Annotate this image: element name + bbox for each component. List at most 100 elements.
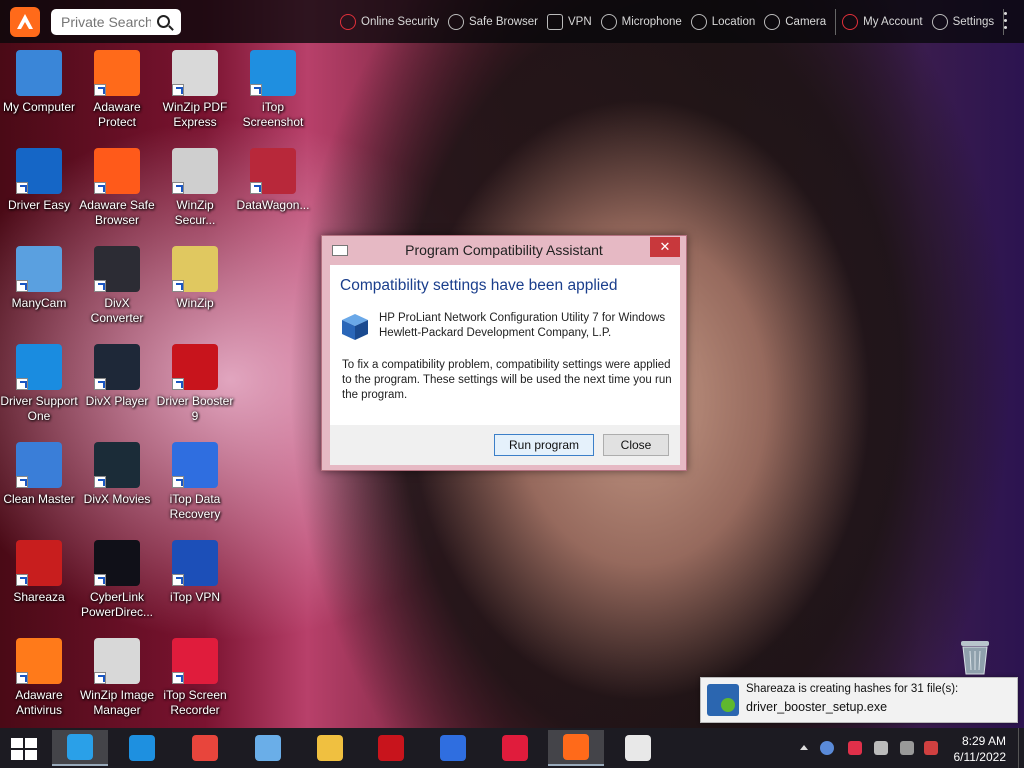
desktop-icon[interactable]: WinZip Secur... [156,148,234,228]
dialog-heading: Compatibility settings have been applied [340,277,618,294]
desktop-icon[interactable]: WinZip [156,246,234,311]
desktop-icon[interactable]: Driver Support One [0,344,78,424]
windows-start-icon[interactable] [11,738,39,760]
desktop-icon[interactable]: DataWagon... [234,148,312,213]
desktop-icon[interactable]: My Computer [0,50,78,115]
toolbar-vpn[interactable]: VPN [547,13,592,30]
toolbar-label: Settings [952,15,995,28]
manycam-icon [16,246,62,292]
search-input[interactable] [61,13,151,30]
dialog-titlebar[interactable]: Program Compatibility Assistant ✕ [322,236,686,264]
desktop-icon[interactable]: Adaware Protect [78,50,156,130]
desktop-icon[interactable]: ManyCam [0,246,78,311]
broom-icon [16,442,62,488]
desktop-icon[interactable]: Adaware Safe Browser [78,148,156,228]
divx-player-icon [94,344,140,390]
program-publisher: Hewlett-Packard Development Company, L.P… [379,327,612,339]
list-app-taskbar[interactable] [610,730,666,766]
desktop-icon-label: Driver Easy [7,198,70,212]
desktop-icon[interactable]: Clean Master [0,442,78,507]
toolbar-label: Microphone [621,15,682,28]
desktop-icon[interactable]: iTop Screen Recorder [156,638,234,718]
safe-browser-icon [447,13,464,30]
desktop-icon[interactable]: Driver Booster 9 [156,344,234,424]
volume-muted-icon[interactable] [874,741,888,755]
toolbar-label: VPN [568,15,592,28]
desktop-icon[interactable]: DivX Player [78,344,156,409]
toolbar-safe-browser[interactable]: Safe Browser [447,13,539,30]
adaware-logo-icon[interactable] [10,6,40,37]
desktop-icon-label: iTop Screenshot [242,100,304,129]
close-button[interactable]: Close [603,434,669,456]
clock[interactable]: 8:29 AM 6/11/2022 [954,733,1007,765]
desktop-icon-label: DivX Player [85,394,149,408]
desktop-icon-label: iTop VPN [169,590,221,604]
toolbar-my-account[interactable]: My Account [842,13,923,30]
desktop-icon-label: WinZip Image Manager [79,688,155,717]
skype-alt-taskbar[interactable] [114,730,170,766]
skype-icon [67,734,93,760]
clock-date: 6/11/2022 [953,750,1007,764]
top-toolbar: Online Security Safe Browser VPN Microph… [0,0,1024,43]
toolbar-online-security[interactable]: Online Security [340,13,439,30]
shortcut-arrow-icon [250,84,262,96]
chrome-icon [192,735,218,761]
shortcut-arrow-icon [172,280,184,292]
recycle-bin-icon[interactable] [957,637,993,675]
powerdirector-icon [94,540,140,586]
shortcut-arrow-icon [94,280,106,292]
desktop-icon-label: Adaware Safe Browser [79,198,155,227]
desktop-icon[interactable]: DivX Movies [78,442,156,507]
globe-shield-icon [340,13,356,30]
tray-screen-recorder-icon[interactable] [848,741,862,755]
desktop-icon[interactable]: iTop VPN [156,540,234,605]
search-icon[interactable] [157,15,170,28]
network-icon[interactable] [900,741,914,755]
show-hidden-icons-icon[interactable] [800,745,808,750]
chrome-taskbar[interactable] [177,730,233,766]
screen-recorder-taskbar[interactable] [487,730,543,766]
close-icon[interactable]: ✕ [650,237,680,257]
desktop-icon[interactable]: CyberLink PowerDirec... [78,540,156,620]
adaware-taskbar[interactable] [548,730,604,766]
winzip-icon [172,246,218,292]
manycam-taskbar[interactable] [240,730,296,766]
desktop-icon[interactable]: iTop Data Recovery [156,442,234,522]
run-program-button[interactable]: Run program [494,434,594,456]
desktop-icon[interactable]: DivX Converter [78,246,156,326]
tray-network-app-icon[interactable] [820,741,834,755]
skype-taskbar[interactable] [52,730,108,766]
toolbar-label: Online Security [361,15,439,28]
toolbar-settings[interactable]: Settings [931,13,995,30]
desktop-icon[interactable]: Shareaza [0,540,78,605]
toolbar-camera[interactable]: Camera [764,13,826,30]
user-icon [842,13,859,30]
show-desktop-button[interactable] [1018,728,1024,768]
shareaza-notification[interactable]: Shareaza is creating hashes for 31 file(… [700,677,1018,723]
data-recovery-icon [172,442,218,488]
dialog-footer: Run program Close [330,425,680,465]
desktop-icon[interactable]: Adaware Antivirus [0,638,78,718]
compatibility-dialog: Program Compatibility Assistant ✕ Compat… [321,235,687,471]
toolbar-label: Safe Browser [468,15,539,28]
data-recovery-taskbar[interactable] [425,730,481,766]
desktop-icon[interactable]: Driver Easy [0,148,78,213]
tray-alert-icon[interactable] [924,741,938,755]
list-app-icon [625,735,651,761]
toolbar-location[interactable]: Location [690,13,755,30]
driver-booster-taskbar[interactable] [363,730,419,766]
winzip-image-icon [94,638,140,684]
driver-booster-file-icon [707,684,739,716]
toolbar-microphone[interactable]: Microphone [600,13,682,30]
toolbar-label: My Account [863,15,923,28]
desktop-icon[interactable]: WinZip PDF Express [156,50,234,130]
desktop-icon[interactable]: WinZip Image Manager [78,638,156,718]
desktop-icon[interactable]: iTop Screenshot [234,50,312,130]
shortcut-arrow-icon [94,574,106,586]
file-explorer-taskbar[interactable] [302,730,358,766]
datawagon-icon [250,148,296,194]
desktop-icon-label: DivX Movies [83,492,151,506]
search-box[interactable] [51,8,181,35]
more-menu-icon[interactable] [1004,12,1008,30]
toolbar-items: Online Security Safe Browser VPN Microph… [340,0,1010,43]
